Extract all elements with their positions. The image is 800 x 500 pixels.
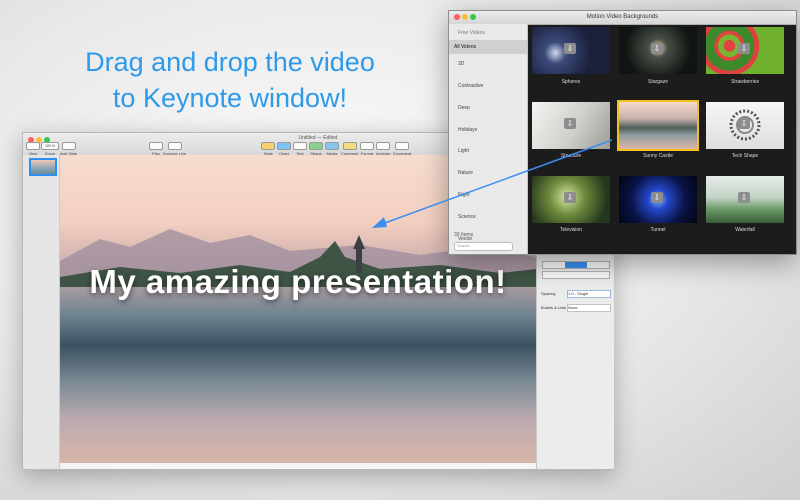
arrowhead-icon <box>372 217 387 228</box>
drag-arrow <box>372 139 613 228</box>
